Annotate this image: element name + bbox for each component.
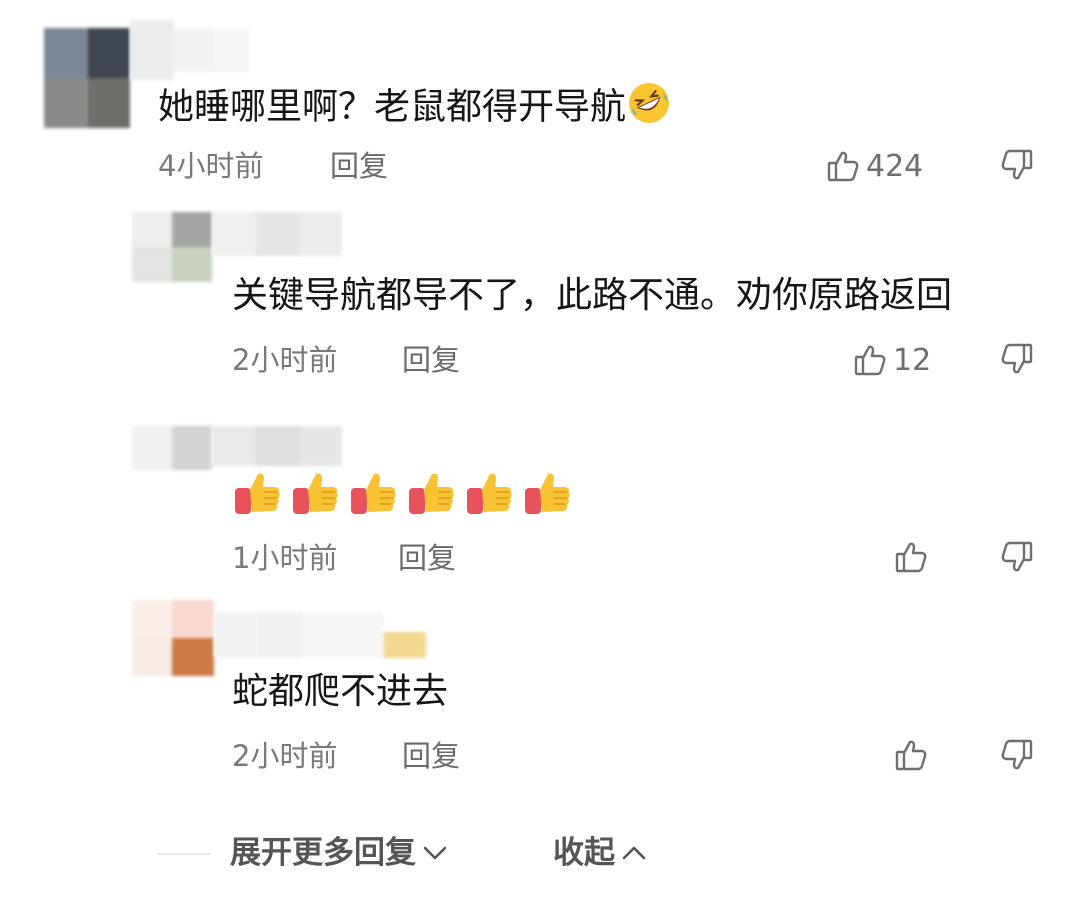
avatar-blurred[interactable] <box>132 426 212 470</box>
like-button[interactable]: 12 <box>853 342 931 378</box>
avatar-blurred[interactable] <box>132 600 214 676</box>
thumbs-down-icon[interactable] <box>1000 342 1034 376</box>
collapse-label: 收起 <box>553 835 615 871</box>
username-blurred[interactable] <box>212 426 342 466</box>
thumbs-down-icon[interactable] <box>1000 738 1034 772</box>
reply-button[interactable]: 回复 <box>402 738 460 774</box>
comment-text: 蛇都爬不进去 <box>232 671 449 712</box>
comment-time: 2小时前 <box>232 739 338 773</box>
thumbs-up-icon[interactable] <box>894 540 928 574</box>
reply-button[interactable]: 回复 <box>398 540 456 576</box>
thumbs-up-emoji-icon <box>232 468 282 518</box>
rolling-on-floor-laughing-emoji-icon <box>626 80 672 137</box>
like-count: 424 <box>866 148 924 184</box>
username-blurred[interactable] <box>130 20 250 80</box>
comment-text: 关键导航都导不了，此路不通。劝你原路返回 <box>232 275 953 316</box>
reply-button[interactable]: 回复 <box>330 148 388 184</box>
chevron-down-icon <box>420 838 450 868</box>
collapse-button[interactable]: 收起 <box>553 835 649 871</box>
comment-text-content: 她睡哪里啊？老鼠都得开导航 <box>158 86 627 128</box>
like-count: 12 <box>893 342 932 378</box>
thumbs-up-emoji-icon <box>290 468 340 518</box>
comment-time: 4小时前 <box>158 149 264 183</box>
comment-text: 她睡哪里啊？老鼠都得开导航 <box>158 80 672 137</box>
divider-line <box>158 853 210 855</box>
comment-time: 1小时前 <box>232 541 338 575</box>
thumbs-up-icon[interactable] <box>894 738 928 772</box>
username-blurred[interactable] <box>214 612 428 658</box>
chevron-up-icon <box>619 838 649 868</box>
expand-label: 展开更多回复 <box>230 835 416 871</box>
avatar-blurred[interactable] <box>132 212 212 282</box>
like-button[interactable]: 424 <box>826 148 923 184</box>
thumbs-up-emoji-icon <box>464 468 514 518</box>
emoji-row <box>232 468 582 518</box>
avatar-blurred[interactable] <box>44 28 130 128</box>
reply-button[interactable]: 回复 <box>402 342 460 378</box>
expand-more-replies-button[interactable]: 展开更多回复 <box>230 835 450 871</box>
thumbs-up-emoji-icon <box>406 468 456 518</box>
thumbs-up-emoji-icon <box>522 468 572 518</box>
comment-time: 2小时前 <box>232 343 338 377</box>
thumbs-up-icon <box>826 149 860 183</box>
thumbs-down-icon[interactable] <box>1000 148 1034 182</box>
thumbs-down-icon[interactable] <box>1000 540 1034 574</box>
thumbs-up-emoji-icon <box>348 468 398 518</box>
username-blurred[interactable] <box>212 212 342 256</box>
thumbs-up-icon <box>853 343 887 377</box>
